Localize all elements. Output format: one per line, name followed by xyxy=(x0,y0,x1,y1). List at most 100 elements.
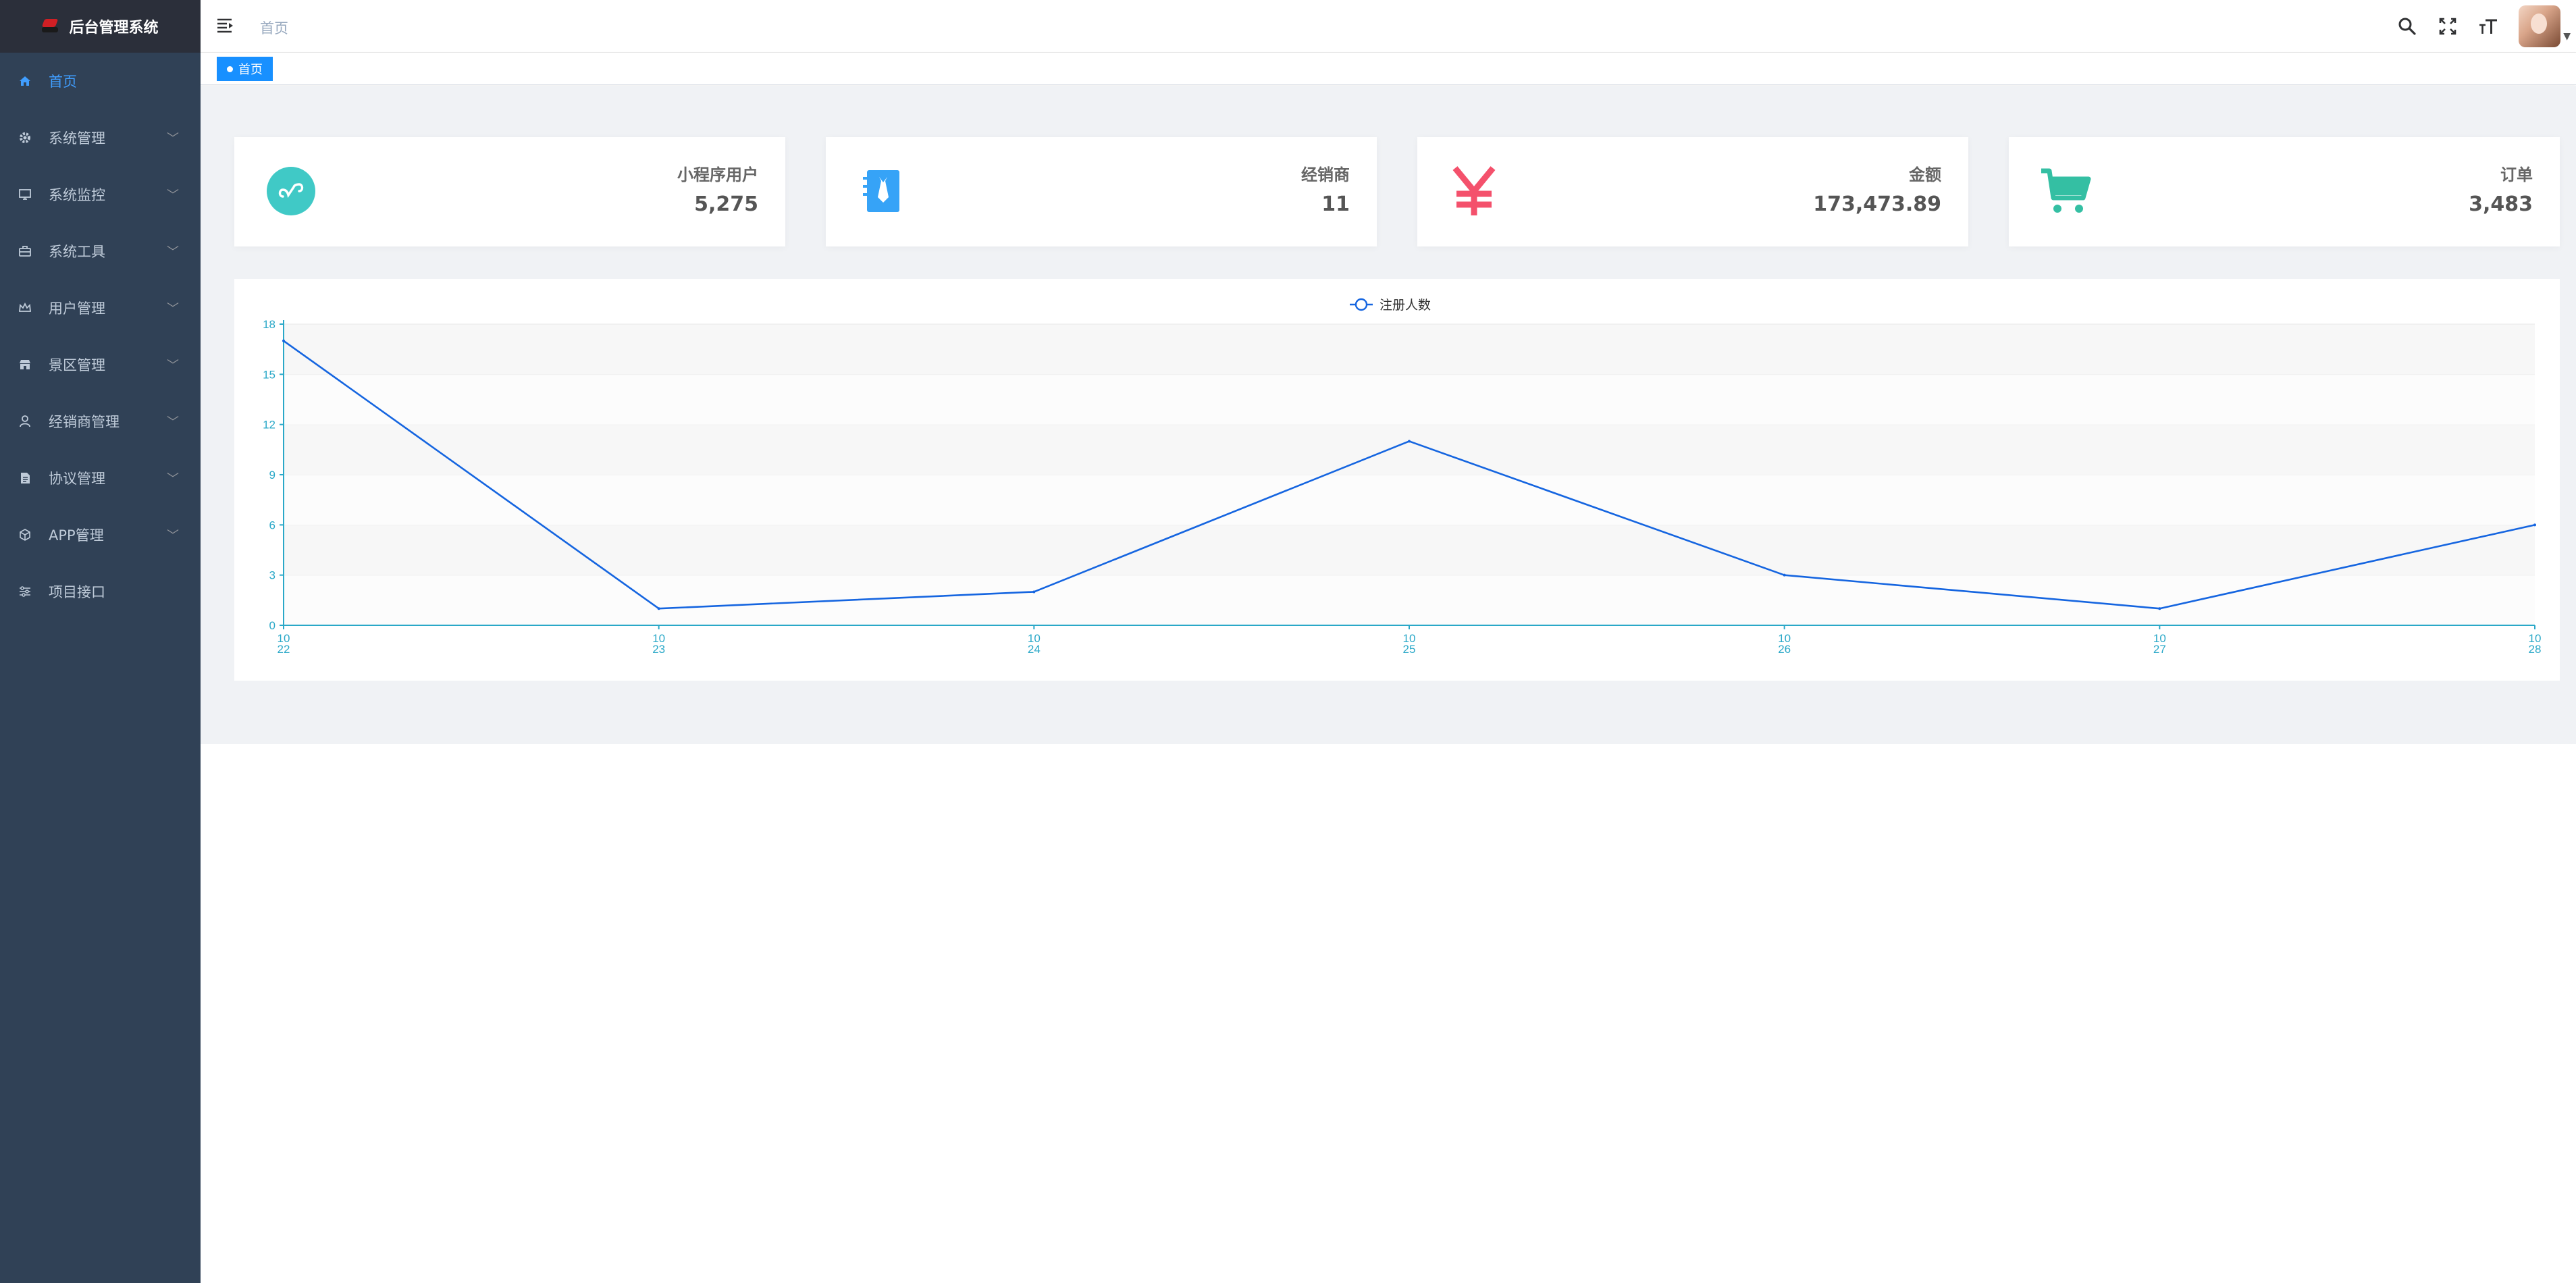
x-tick-label-day: 22 xyxy=(278,643,290,656)
y-tick-label: 12 xyxy=(263,419,275,431)
cart-icon xyxy=(2037,163,2094,219)
x-tick-label-day: 28 xyxy=(2529,643,2542,656)
sidebar-item-agreement-management[interactable]: 协议管理 ﹀ xyxy=(0,450,201,506)
data-point xyxy=(1408,440,1411,443)
chevron-down-icon: ﹀ xyxy=(167,472,179,486)
sidebar-item-label: 系统工具 xyxy=(49,244,105,260)
sidebar-item-scenic-management[interactable]: 景区管理 ﹀ xyxy=(0,336,201,393)
fullscreen-icon[interactable] xyxy=(2438,16,2458,36)
y-tick-label: 0 xyxy=(269,619,275,632)
user-icon xyxy=(18,414,32,429)
dealer-icon xyxy=(854,163,911,219)
chevron-down-icon: ﹀ xyxy=(167,359,179,373)
data-point xyxy=(2158,607,2161,610)
y-tick-label: 15 xyxy=(263,368,275,381)
stat-value: 11 xyxy=(1321,192,1350,216)
stat-card-orders[interactable]: 订单 3,483 xyxy=(2009,137,2560,246)
data-point xyxy=(657,607,660,610)
main-content: 小程序用户 5,275 经销商 11 金额 173,473.89 订单 3,48… xyxy=(201,86,2576,744)
y-tick-label: 18 xyxy=(263,318,275,331)
active-dot-icon xyxy=(227,66,233,72)
x-tick-label-day: 23 xyxy=(652,643,665,656)
chevron-down-icon: ﹀ xyxy=(167,132,179,146)
sidebar-item-project-api[interactable]: 项目接口 xyxy=(0,563,201,620)
home-icon xyxy=(18,74,32,88)
font-size-icon[interactable] xyxy=(2478,16,2498,36)
document-icon xyxy=(18,471,32,486)
header-tools: ▼ xyxy=(2397,0,2576,53)
chevron-down-icon: ﹀ xyxy=(167,415,179,429)
app-title: 后台管理系统 xyxy=(69,20,159,36)
stat-cards: 小程序用户 5,275 经销商 11 金额 173,473.89 订单 3,48… xyxy=(234,137,2560,246)
chevron-down-icon: ﹀ xyxy=(167,245,179,259)
x-tick-label-day: 26 xyxy=(1778,643,1791,656)
hamburger-icon[interactable] xyxy=(217,18,234,34)
grid-band xyxy=(284,424,2535,475)
registration-chart-panel: 0 3 6 9 12 15 18 10 22 10 23 10 24 10 25 10 26 10 27 10 28 注册… xyxy=(234,279,2560,681)
sidebar-menu: 首页 系统管理 ﹀ 系统监控 ﹀ 系统工具 ﹀ 用户管理 ﹀ 景区管理 ﹀ 经销… xyxy=(0,53,201,620)
grid-band xyxy=(284,475,2535,525)
chevron-down-icon: ﹀ xyxy=(167,302,179,316)
stat-value: 5,275 xyxy=(694,192,758,216)
store-icon xyxy=(18,357,32,372)
stat-value: 3,483 xyxy=(2469,192,2533,216)
registration-line-chart: 03691215181022102310241025102610271028注册… xyxy=(263,298,2542,656)
toolbox-icon xyxy=(18,244,32,259)
x-tick-label-day: 27 xyxy=(2153,643,2166,656)
x-tick-label-day: 24 xyxy=(1028,643,1041,656)
grid-band xyxy=(284,324,2535,375)
data-point xyxy=(1032,590,1036,594)
top-navbar: 首页 ▼ xyxy=(201,0,2576,53)
sidebar-item-label: APP管理 xyxy=(49,527,104,544)
sidebar-item-label: 经销商管理 xyxy=(49,414,120,430)
tag-home[interactable]: 首页 xyxy=(217,57,273,81)
grid-band xyxy=(284,525,2535,575)
breadcrumb[interactable]: 首页 xyxy=(260,18,288,38)
y-tick-label: 6 xyxy=(269,519,275,531)
mini-program-icon xyxy=(263,163,319,219)
tags-view: 首页 xyxy=(201,53,2576,85)
sidebar-item-label: 用户管理 xyxy=(49,300,105,317)
stat-label: 订单 xyxy=(2500,165,2533,184)
y-tick-label: 3 xyxy=(269,569,275,582)
stat-label: 金额 xyxy=(1909,165,1941,184)
stat-label: 小程序用户 xyxy=(677,165,758,184)
sidebar-item-label: 首页 xyxy=(49,74,77,90)
sidebar: 后台管理系统 首页 系统管理 ﹀ 系统监控 ﹀ 系统工具 ﹀ 用户管理 ﹀ 景区… xyxy=(0,0,201,1283)
grid-band xyxy=(284,374,2535,425)
sidebar-item-user-management[interactable]: 用户管理 ﹀ xyxy=(0,280,201,336)
stat-label: 经销商 xyxy=(1301,165,1350,184)
caret-down-icon[interactable]: ▼ xyxy=(2563,31,2571,42)
monitor-icon xyxy=(18,187,32,202)
cube-icon xyxy=(18,527,32,542)
sliders-icon xyxy=(18,584,32,599)
data-point xyxy=(2533,523,2536,527)
sidebar-item-system-tools[interactable]: 系统工具 ﹀ xyxy=(0,223,201,280)
x-tick-label-day: 25 xyxy=(1403,643,1416,656)
data-point xyxy=(282,339,285,342)
logo-area[interactable]: 后台管理系统 xyxy=(0,0,201,53)
sidebar-item-app-management[interactable]: APP管理 ﹀ xyxy=(0,506,201,563)
stat-value: 173,473.89 xyxy=(1813,192,1941,216)
stat-card-mini-program-users[interactable]: 小程序用户 5,275 xyxy=(234,137,785,246)
sidebar-item-label: 系统监控 xyxy=(49,187,105,203)
sidebar-item-label: 协议管理 xyxy=(49,471,105,487)
sidebar-item-label: 景区管理 xyxy=(49,357,105,373)
search-icon[interactable] xyxy=(2397,16,2417,36)
sidebar-item-system-management[interactable]: 系统管理 ﹀ xyxy=(0,109,201,166)
sidebar-item-system-monitor[interactable]: 系统监控 ﹀ xyxy=(0,166,201,223)
chevron-down-icon: ﹀ xyxy=(167,188,179,203)
yen-icon xyxy=(1446,163,1502,219)
legend-label: 注册人数 xyxy=(1379,298,1431,313)
sidebar-item-label: 系统管理 xyxy=(49,130,105,147)
stat-card-amount[interactable]: 金额 173,473.89 xyxy=(1417,137,1968,246)
stat-card-dealers[interactable]: 经销商 11 xyxy=(826,137,1377,246)
sidebar-item-home[interactable]: 首页 xyxy=(0,53,201,109)
crown-icon xyxy=(18,300,32,315)
tag-label: 首页 xyxy=(238,63,263,77)
sidebar-item-dealer-management[interactable]: 经销商管理 ﹀ xyxy=(0,393,201,450)
gear-icon xyxy=(18,130,32,145)
avatar[interactable] xyxy=(2519,5,2561,47)
data-point xyxy=(1783,573,1786,577)
legend-marker-icon xyxy=(1355,298,1368,311)
